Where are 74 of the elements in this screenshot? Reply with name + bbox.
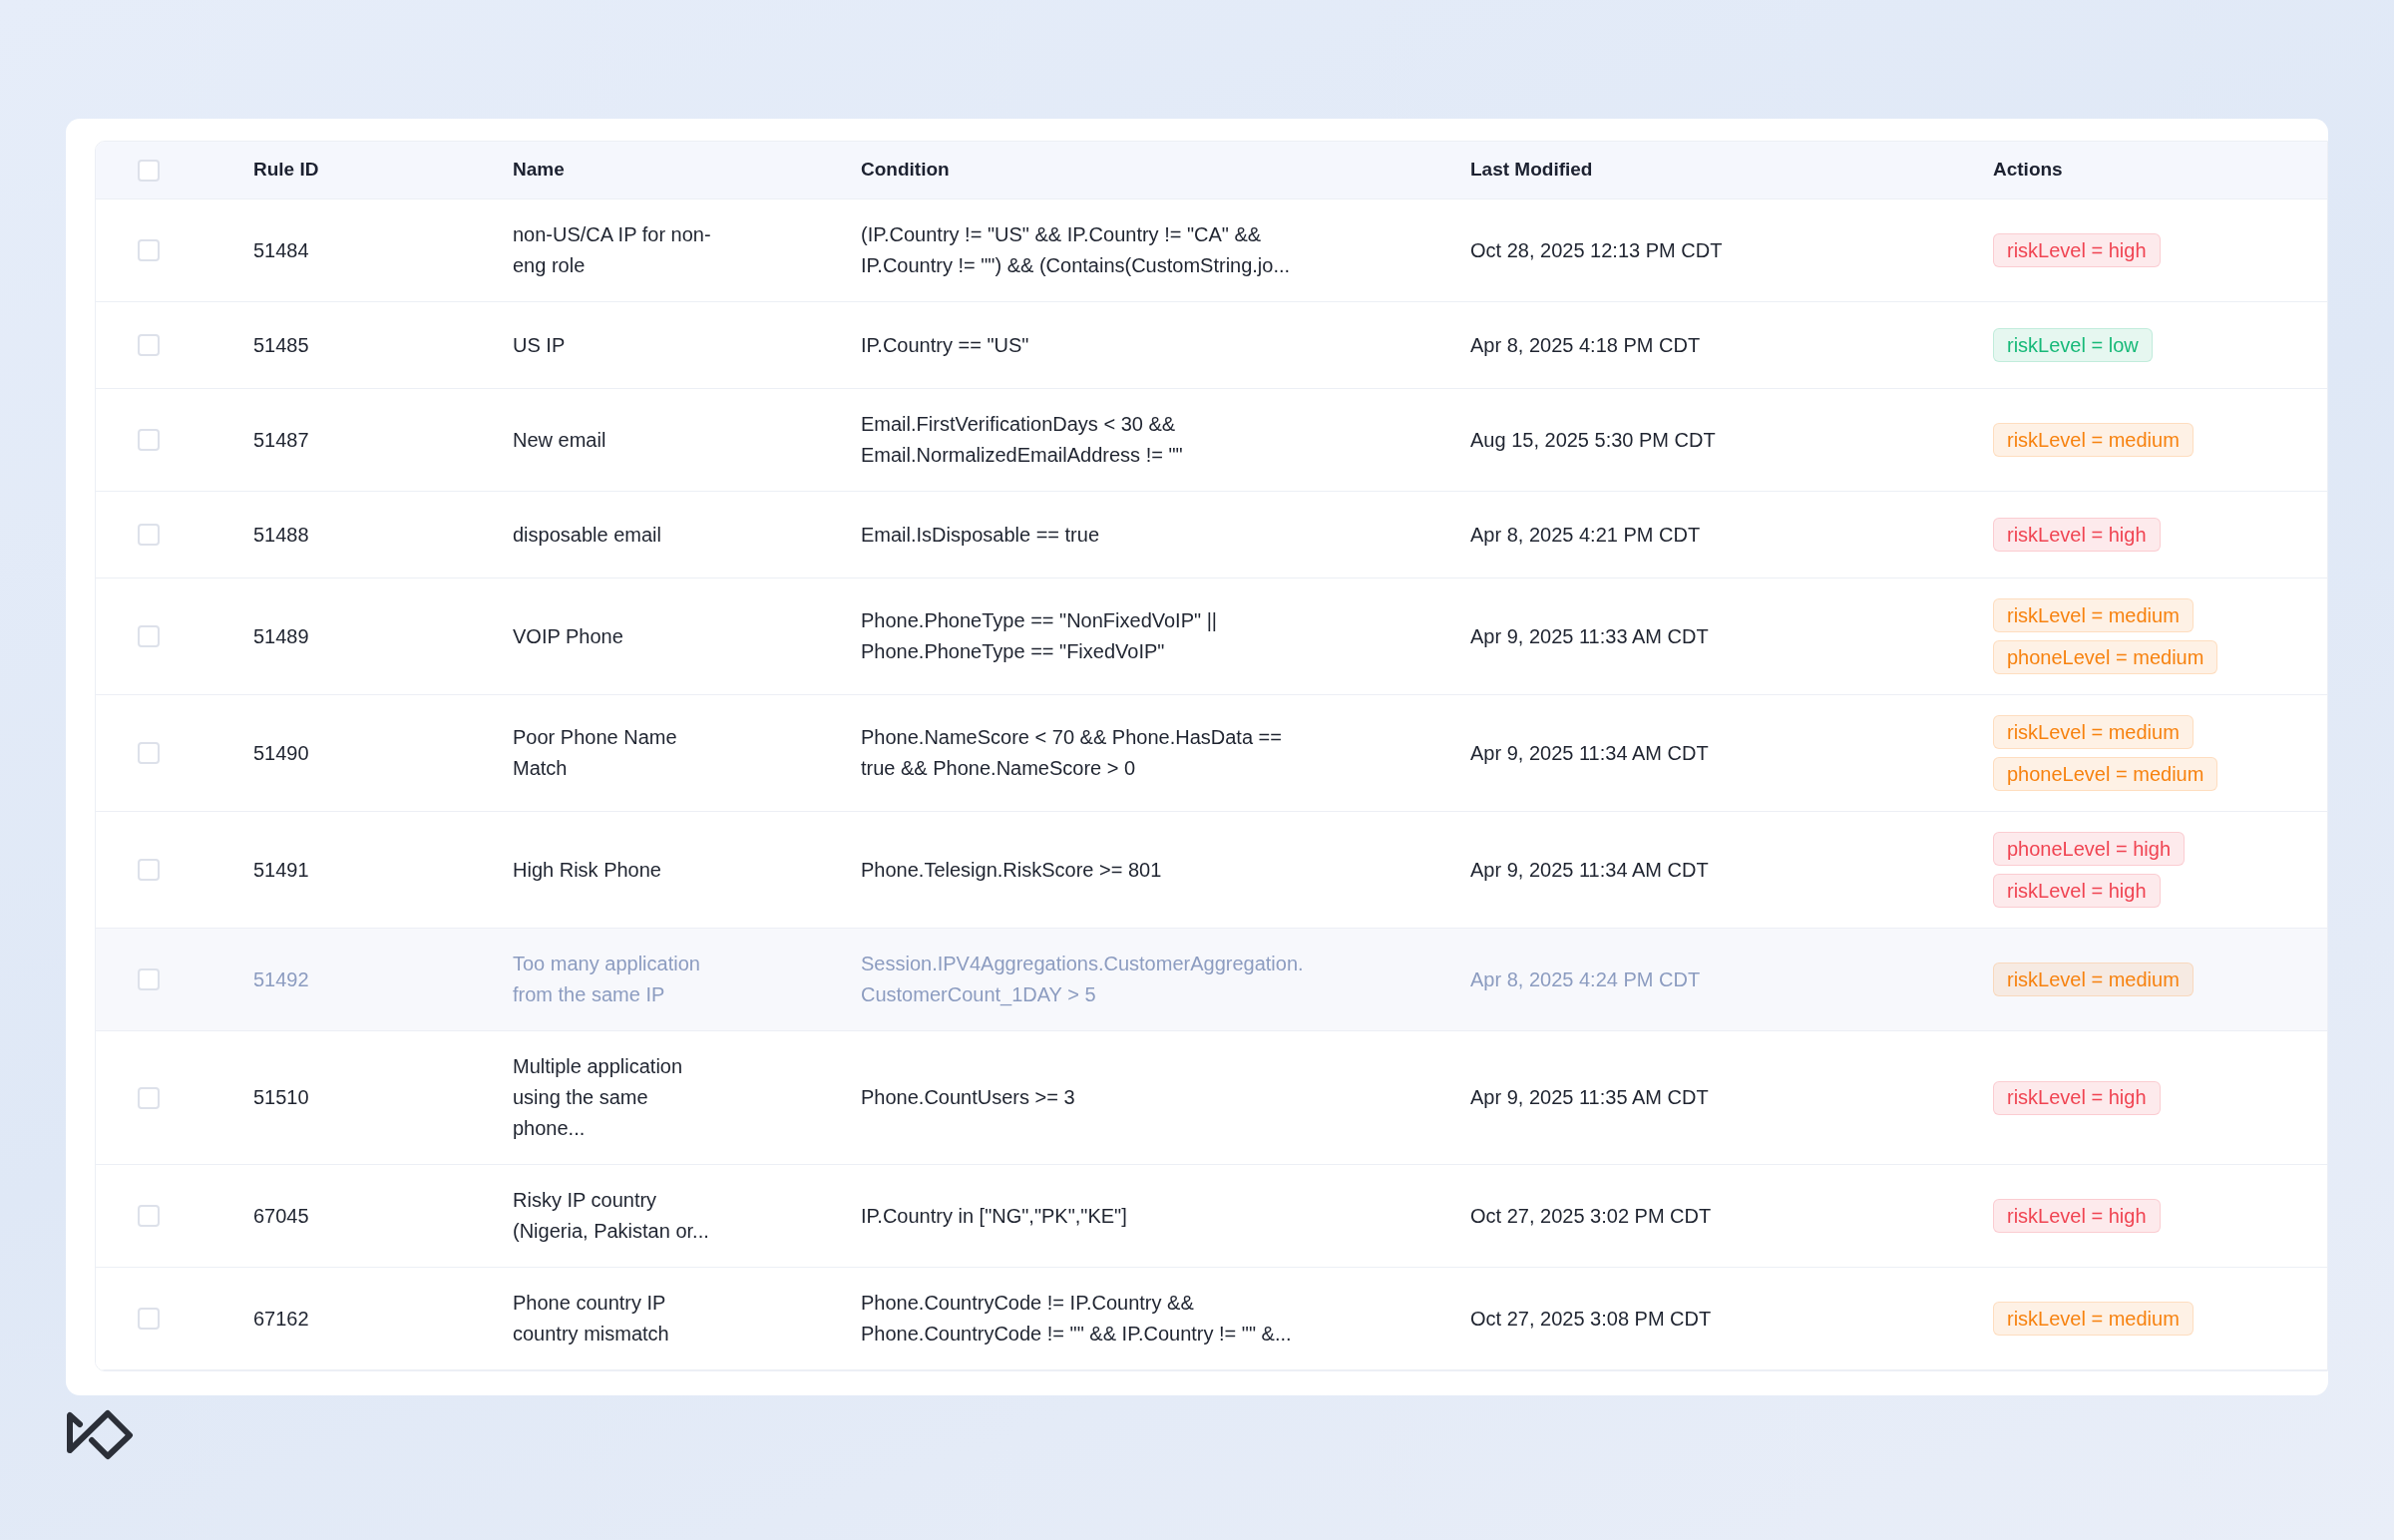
last-modified: Oct 27, 2025 3:02 PM CDT	[1470, 1204, 1712, 1227]
rule-id: 51488	[253, 523, 309, 546]
last-modified: Apr 8, 2025 4:24 PM CDT	[1470, 967, 1701, 990]
column-header: Name	[513, 159, 565, 181]
checkbox[interactable]	[138, 159, 160, 182]
checkbox[interactable]	[138, 625, 160, 647]
rule-name: High Risk Phone	[513, 857, 662, 883]
action-tag: riskLevel = high	[1993, 874, 2161, 908]
rule-id: 51490	[253, 741, 309, 764]
rule-name: Poor Phone Name Match	[513, 725, 678, 781]
checkbox[interactable]	[138, 742, 160, 764]
column-header: Condition	[861, 159, 950, 181]
rule-condition: Phone.NameScore < 70 && Phone.HasData == true && Phone.NameScore > 0	[861, 725, 1283, 781]
checkbox[interactable]	[138, 524, 160, 546]
column-header: Last Modified	[1470, 159, 1593, 181]
action-tag: riskLevel = medium	[1993, 598, 2194, 632]
rule-condition: Phone.CountUsers >= 3	[861, 1085, 1076, 1110]
checkbox[interactable]	[138, 429, 160, 451]
last-modified: Aug 15, 2025 5:30 PM CDT	[1470, 428, 1716, 451]
action-tag: riskLevel = medium	[1993, 962, 2194, 996]
last-modified: Apr 8, 2025 4:21 PM CDT	[1470, 523, 1701, 546]
checkbox[interactable]	[138, 1205, 160, 1227]
action-tag: riskLevel = low	[1993, 328, 2153, 362]
rule-id: 67162	[253, 1307, 309, 1330]
last-modified: Oct 27, 2025 3:08 PM CDT	[1470, 1307, 1712, 1330]
rule-id: 67045	[253, 1204, 309, 1227]
action-tag: riskLevel = high	[1993, 1199, 2161, 1233]
rule-name: Too many application from the same IP	[513, 952, 701, 1007]
action-tag: riskLevel = medium	[1993, 423, 2194, 457]
rule-condition: Phone.PhoneType == "NonFixedVoIP" || Phone.PhoneType == "FixedVoIP"	[861, 608, 1219, 664]
rule-name: Phone country IP country mismatch	[513, 1291, 670, 1347]
action-tag: riskLevel = high	[1993, 233, 2161, 267]
checkbox[interactable]	[138, 859, 160, 881]
last-modified: Apr 8, 2025 4:18 PM CDT	[1470, 333, 1701, 356]
rule-condition: (IP.Country != "US" && IP.Country != "CA" && IP.Country != "") && (Contains(CustomString.jo...	[861, 222, 1292, 278]
rule-condition: Phone.Telesign.RiskScore >= 801	[861, 857, 1163, 883]
rule-condition: IP.Country in ["NG","PK","KE"]	[861, 1203, 1128, 1229]
rule-name: disposable email	[513, 522, 662, 548]
column-header: Rule ID	[253, 159, 319, 181]
rule-condition: Email.FirstVerificationDays < 30 && Email.NormalizedEmailAddress != ""	[861, 412, 1184, 468]
checkbox[interactable]	[138, 1086, 160, 1109]
rule-id: 51484	[253, 238, 309, 261]
rule-name: VOIP Phone	[513, 623, 624, 649]
last-modified: Apr 9, 2025 11:34 AM CDT	[1470, 741, 1709, 764]
last-modified: Oct 28, 2025 12:13 PM CDT	[1470, 238, 1723, 261]
rule-name: New email	[513, 427, 607, 453]
last-modified: Apr 9, 2025 11:35 AM CDT	[1470, 1086, 1709, 1108]
checkbox[interactable]	[138, 1308, 160, 1330]
rule-condition: IP.Country == "US"	[861, 332, 1030, 358]
rule-condition: Session.IPV4Aggregations.CustomerAggregation.CustomerCount_1DAY > 5	[861, 952, 1305, 1008]
action-tag: riskLevel = medium	[1993, 1302, 2194, 1336]
rule-name: Multiple application using the same phone...	[513, 1054, 684, 1141]
rule-id: 51487	[253, 428, 309, 451]
column-header: Actions	[1993, 159, 2063, 181]
checkbox[interactable]	[138, 334, 160, 356]
rule-id: 51485	[253, 333, 309, 356]
rule-name: US IP	[513, 332, 567, 358]
action-tag: phoneLevel = medium	[1993, 640, 2218, 674]
rule-id: 51492	[253, 967, 309, 990]
last-modified: Apr 9, 2025 11:34 AM CDT	[1470, 858, 1709, 881]
rule-id: 51489	[253, 624, 309, 647]
last-modified: Apr 9, 2025 11:33 AM CDT	[1470, 624, 1709, 647]
action-tag: phoneLevel = high	[1993, 832, 2186, 866]
rule-condition: Email.IsDisposable == true	[861, 522, 1100, 548]
action-tag: riskLevel = high	[1993, 518, 2161, 552]
rule-name: Risky IP country (Nigeria, Pakistan or...	[513, 1188, 710, 1244]
rule-condition: Phone.CountryCode != IP.Country && Phone.CountryCode != "" && IP.Country != "" &...	[861, 1291, 1293, 1347]
action-tag: riskLevel = high	[1993, 1080, 2161, 1115]
action-tag: phoneLevel = medium	[1993, 757, 2218, 791]
checkbox[interactable]	[138, 239, 160, 261]
rule-id: 51491	[253, 858, 309, 881]
rule-name: non-US/CA IP for non-eng role	[513, 222, 712, 278]
action-tag: riskLevel = medium	[1993, 715, 2194, 749]
rule-id: 51510	[253, 1086, 309, 1108]
